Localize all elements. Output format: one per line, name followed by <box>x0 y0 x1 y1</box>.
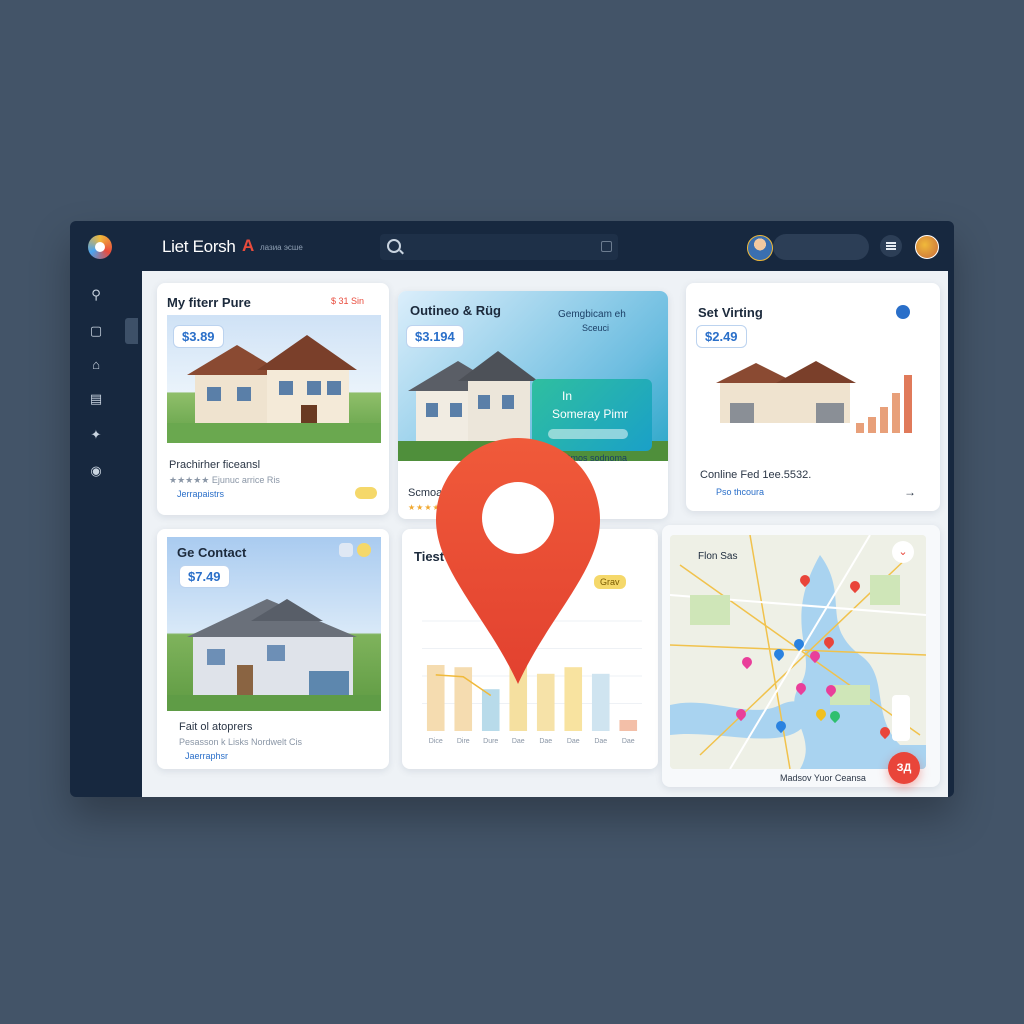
sidebar-active-indicator <box>125 318 138 344</box>
menu-button[interactable] <box>880 235 902 257</box>
globe-icon[interactable] <box>896 305 910 319</box>
chart-bar[interactable] <box>481 689 500 731</box>
inbox-icon[interactable]: ▤ <box>88 391 104 407</box>
avatar[interactable] <box>747 235 773 261</box>
map-card[interactable]: Flon Sas ⌄ Madsov Yuor Ceansa <box>662 525 940 787</box>
house-illustration <box>167 599 381 711</box>
card-note: Jerrapaistrs <box>177 489 225 499</box>
card-title: Outineo & Rüg <box>410 303 501 318</box>
user-menu-pill[interactable] <box>773 234 869 260</box>
puzzle-icon[interactable]: ✦ <box>88 427 104 443</box>
card-title: Set Virting <box>698 305 763 320</box>
chart-tick-label: Dice <box>429 738 443 745</box>
card-title: My fiterr Pure <box>167 295 251 310</box>
listing-card-3[interactable]: Set Virting $2.49 Conline Fed 1ee.5532. … <box>686 283 940 511</box>
chart-tick-label: Dure <box>483 738 498 745</box>
settings-icon[interactable]: ◉ <box>88 463 104 479</box>
sidebar: ⚲ ▢ ⌂ ▤ ✦ ◉ <box>70 271 138 797</box>
overlay-title: Gemgbicam eh <box>558 309 626 320</box>
favorite-icon[interactable] <box>357 543 371 557</box>
search-bar[interactable] <box>380 234 618 260</box>
shortcut-icon <box>601 241 612 252</box>
map-footer: Madsov Yuor Ceansa <box>780 773 866 783</box>
map[interactable]: Flon Sas ⌄ <box>670 535 926 769</box>
chart-tick-label: Dae <box>622 738 635 745</box>
location-pin-icon <box>436 438 600 684</box>
search-icon <box>387 239 401 253</box>
app-title: Liet Eorsh <box>162 237 236 256</box>
card-note: Pso thcoura <box>716 487 765 497</box>
card-meta: Pesasson k Lisks Nordwelt Cis <box>179 737 303 747</box>
search-icon[interactable]: ⚲ <box>88 287 104 303</box>
overlay-subtitle: Sceuci <box>582 323 610 333</box>
card-subtitle: Fait ol atoprers <box>179 721 253 733</box>
logo-icon[interactable] <box>88 235 112 259</box>
card-subtitle: Prachirher ficeansl <box>169 459 261 471</box>
home-icon[interactable]: ⌂ <box>88 357 104 373</box>
book-icon[interactable]: ▢ <box>88 323 104 339</box>
zoom-controls[interactable] <box>892 695 910 741</box>
globe-icon[interactable] <box>915 235 939 259</box>
app-title-accent: A <box>242 236 255 255</box>
top-bar: Liet Eorsh A лазиа эсше <box>70 221 954 271</box>
chart-tick-label: Dae <box>567 738 580 745</box>
card-note: Jaerraphsr <box>185 751 229 761</box>
price-badge: $2.49 <box>696 325 747 348</box>
map-toolbar[interactable] <box>674 555 686 625</box>
price-badge: $3.194 <box>406 325 464 348</box>
chart-tick-label: Dae <box>539 738 552 745</box>
card-meta: ★★★★★ Ejunuc arrice Ris <box>169 475 280 485</box>
popup-line1: In <box>562 389 573 403</box>
action-chip[interactable] <box>355 487 377 499</box>
map-title: Flon Sas <box>698 551 738 562</box>
chart-tick-label: Dire <box>457 738 470 745</box>
listing-card-4[interactable]: Ge Contact $7.49 Fait ol atoprers Pesass… <box>157 529 389 769</box>
chart-bar[interactable] <box>619 720 638 731</box>
share-icon[interactable] <box>339 543 353 557</box>
price-badge: $3.89 <box>173 325 224 348</box>
house-photo <box>167 537 381 711</box>
chevron-down-icon[interactable]: ⌄ <box>892 541 914 563</box>
chart-tick-label: Dae <box>512 738 525 745</box>
price-badge: $7.49 <box>179 565 230 588</box>
app-subtitle: лазиа эсше <box>260 243 303 252</box>
listing-card-1[interactable]: My fiterr Pure $ 31 Sin $3.89 Prachirher… <box>157 283 389 515</box>
arrow-right-icon[interactable]: → <box>904 485 916 499</box>
chart-tick-label: Dae <box>594 738 607 745</box>
card-subtitle: Conline Fed 1ee.5532. <box>700 469 812 481</box>
house-illustration <box>716 361 912 433</box>
card-title: Ge Contact <box>177 545 247 560</box>
fab-button[interactable]: ЗД <box>888 752 920 784</box>
search-input[interactable] <box>410 238 594 258</box>
popup-line2: Someray Pimr <box>552 407 629 421</box>
card-tag: $ 31 Sin <box>331 296 365 306</box>
